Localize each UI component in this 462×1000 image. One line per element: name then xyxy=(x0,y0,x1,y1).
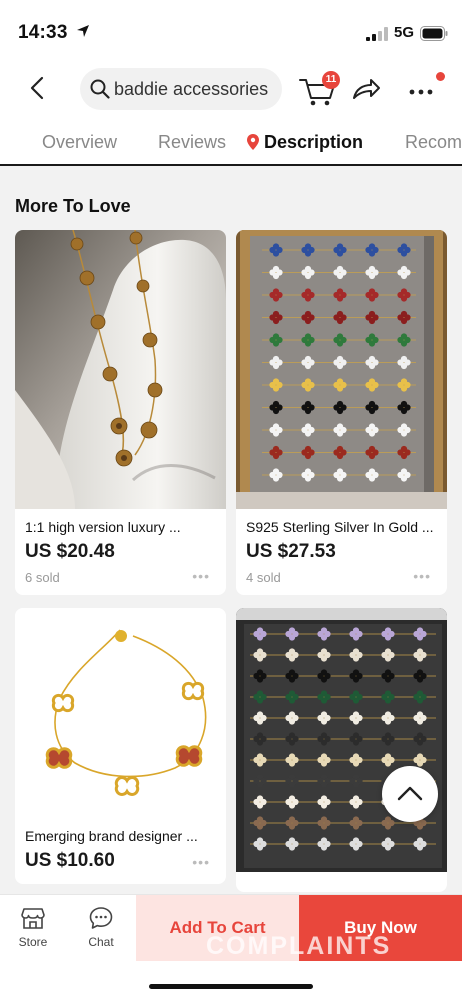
search-query: baddie accessories xyxy=(114,79,269,99)
product-image-gold-bracelet[interactable] xyxy=(15,608,226,818)
more-icon[interactable] xyxy=(404,74,440,104)
top-nav-bar: baddie accessories 11 xyxy=(0,60,462,116)
product-image-necklace[interactable] xyxy=(15,230,226,509)
location-arrow-icon xyxy=(77,25,89,37)
tab-bar: Overview Reviews Description Recom xyxy=(0,116,462,166)
search-input[interactable]: baddie accessories xyxy=(80,68,282,110)
watermark-text: COMPLAINTS xyxy=(206,932,392,960)
network-label: 5G xyxy=(394,24,415,41)
chat-icon xyxy=(89,907,113,929)
product-more-icon[interactable]: ••• xyxy=(192,568,210,584)
scroll-to-top-button[interactable] xyxy=(382,766,438,822)
store-label: Store xyxy=(18,935,48,949)
section-title: More To Love xyxy=(15,196,131,216)
store-button[interactable]: Store xyxy=(8,905,58,949)
product-image-bracelet-tray[interactable] xyxy=(236,230,447,509)
share-icon[interactable] xyxy=(350,76,382,102)
status-bar: 14:33 5G xyxy=(0,0,462,60)
chat-button[interactable]: Chat xyxy=(76,905,126,949)
product-sold-count: 4 sold xyxy=(246,570,281,585)
product-card[interactable]: S925 Sterling Silver In Gold ... US $27.… xyxy=(236,230,447,595)
back-icon[interactable] xyxy=(24,74,52,102)
product-sold-count: 6 sold xyxy=(25,570,60,585)
product-card[interactable] xyxy=(236,608,447,892)
chat-label: Chat xyxy=(88,935,114,949)
product-price: US $27.53 xyxy=(246,541,336,562)
tab-recommendations[interactable]: Recom xyxy=(405,132,462,153)
battery-icon xyxy=(420,26,448,41)
product-image-clover-tray[interactable] xyxy=(236,608,447,872)
product-card[interactable]: Emerging brand designer ... US $10.60 ••… xyxy=(15,608,226,884)
signal-icon xyxy=(366,27,388,41)
tab-description[interactable]: Description xyxy=(264,132,363,153)
home-indicator xyxy=(149,984,313,989)
chevron-up-icon xyxy=(397,786,423,801)
product-title[interactable]: 1:1 high version luxury ... xyxy=(25,519,181,535)
tab-overview[interactable]: Overview xyxy=(42,132,117,153)
product-card[interactable]: 1:1 high version luxury ... US $20.48 6 … xyxy=(15,230,226,595)
product-title[interactable]: Emerging brand designer ... xyxy=(25,828,198,844)
product-more-icon[interactable]: ••• xyxy=(413,568,431,584)
store-icon xyxy=(21,908,45,929)
status-time: 14:33 xyxy=(18,22,68,43)
cart-count-badge: 11 xyxy=(322,71,340,89)
tab-reviews[interactable]: Reviews xyxy=(158,132,226,153)
product-price: US $20.48 xyxy=(25,541,115,562)
notification-dot xyxy=(436,72,445,81)
product-more-icon[interactable]: ••• xyxy=(192,854,210,870)
product-price: US $10.60 xyxy=(25,850,115,871)
product-title[interactable]: S925 Sterling Silver In Gold ... xyxy=(246,519,434,535)
search-icon xyxy=(90,79,110,99)
pin-icon xyxy=(247,134,259,150)
